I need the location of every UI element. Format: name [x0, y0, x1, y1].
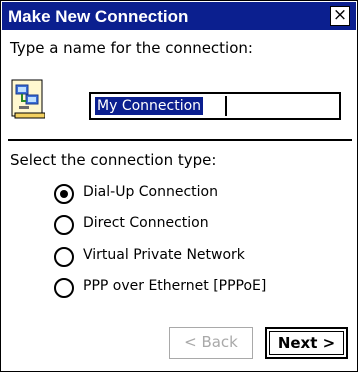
- radio-direct-connection[interactable]: Direct Connection: [54, 214, 344, 236]
- text-caret: [225, 96, 227, 116]
- radio-label: Direct Connection: [83, 215, 209, 231]
- back-button[interactable]: < Back: [169, 327, 253, 359]
- radio-pppoe[interactable]: PPP over Ethernet [PPPoE]: [54, 277, 344, 299]
- back-button-label: < Back: [184, 333, 238, 351]
- connection-name-input[interactable]: My Connection: [89, 92, 341, 120]
- connection-type-label: Select the connection type:: [10, 151, 217, 169]
- section-divider: [8, 139, 352, 141]
- radio-label: Virtual Private Network: [83, 247, 245, 263]
- connection-name-selected-text: My Connection: [95, 97, 204, 115]
- connection-name-label: Type a name for the connection:: [10, 39, 253, 57]
- next-button-label: Next >: [277, 334, 336, 352]
- radio-selected-icon: [54, 184, 74, 204]
- title-bar: Make New Connection ×: [2, 2, 356, 30]
- radio-label: Dial-Up Connection: [83, 184, 218, 200]
- radio-unselected-icon: [54, 278, 74, 298]
- close-icon: ×: [332, 5, 348, 25]
- radio-dial-up-connection[interactable]: Dial-Up Connection: [54, 183, 344, 205]
- dialog-title: Make New Connection: [8, 7, 189, 26]
- next-button[interactable]: Next >: [265, 327, 348, 359]
- radio-unselected-icon: [54, 215, 74, 235]
- radio-label: PPP over Ethernet [PPPoE]: [83, 278, 267, 294]
- radio-unselected-icon: [54, 247, 74, 267]
- radio-virtual-private-network[interactable]: Virtual Private Network: [54, 246, 344, 268]
- make-new-connection-dialog: Make New Connection × Type a name for th…: [0, 0, 358, 372]
- close-button[interactable]: ×: [330, 6, 350, 26]
- network-connection-icon: [11, 79, 46, 119]
